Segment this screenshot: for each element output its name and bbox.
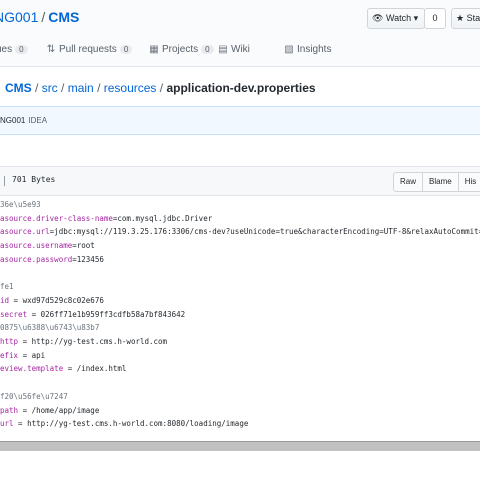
tab-issues[interactable]: ues0 — [0, 44, 28, 55]
graph-icon: ▧ — [284, 44, 294, 55]
code-value: =jdbc:mysql://119.3.25.176:3306/cms-dev?… — [49, 227, 480, 237]
code-line: efix = api — [0, 351, 45, 360]
code-line: path = /home/app/image — [0, 406, 99, 415]
commit-message[interactable]: IDEA — [28, 116, 47, 125]
code-line: 36e\u5e93 — [0, 200, 41, 209]
code-key: asource.password — [0, 254, 73, 264]
tab-wiki-label: Wiki — [231, 44, 250, 55]
repo-name-link[interactable]: CMS — [48, 9, 79, 25]
tab-pull-requests[interactable]: ⇅ Pull requests 0 — [46, 44, 133, 55]
code-key: asource.username — [0, 241, 73, 251]
code-line: asource.driver-class-name=com.mysql.jdbc… — [0, 214, 212, 223]
file-header: 701 Bytes Raw Blame His — [0, 166, 480, 196]
code-value: = /index.html — [63, 364, 127, 374]
code-line: 0875\u6388\u6743\u83b7 — [0, 323, 99, 332]
code-line: f20\u56fe\u7247 — [0, 392, 68, 401]
code-comment: 36e\u5e93 — [0, 200, 41, 209]
repo-owner-link[interactable]: NG001 — [0, 9, 38, 25]
breadcrumb-separator: / — [61, 81, 68, 95]
chevron-down-icon: ▾ — [413, 13, 419, 23]
code-comment: fe1 — [0, 282, 14, 292]
tab-projects-label: Projects — [162, 44, 199, 55]
history-button[interactable]: His — [459, 173, 480, 191]
watch-count[interactable]: 0 — [424, 8, 446, 29]
project-icon: ▦ — [149, 44, 159, 55]
eye-icon: 👁 — [372, 13, 384, 23]
code-key: efix — [0, 350, 19, 360]
breadcrumb-src[interactable]: src — [42, 81, 58, 95]
breadcrumb-resources[interactable]: resources — [104, 81, 157, 95]
breadcrumb-main[interactable]: main — [68, 81, 94, 95]
code-value: =root — [72, 241, 95, 251]
code-line: url = http://yg-test.cms.h-world.com:808… — [0, 419, 248, 428]
code-key: path — [0, 405, 19, 415]
book-icon: ▤ — [218, 44, 228, 55]
code-value: = 026ff71e1b959ff3cdfb58a7bf843642 — [27, 309, 186, 319]
code-line: id = wxd97d529c8c02e676 — [0, 296, 104, 305]
code-key: url — [0, 419, 14, 429]
star-label: Star — [466, 13, 480, 23]
tab-issues-label: ues — [0, 44, 13, 55]
code-key: asource.driver-class-name — [0, 213, 113, 223]
divider — [4, 176, 5, 186]
pull-request-icon: ⇅ — [46, 44, 56, 55]
title-separator: / — [41, 9, 46, 25]
file-size: 701 Bytes — [12, 175, 56, 184]
code-line: fe1 — [0, 282, 14, 291]
code-value: =com.mysql.jdbc.Driver — [112, 213, 213, 223]
tab-pull-requests-label: Pull requests — [59, 44, 117, 55]
code-line: asource.url=jdbc:mysql://119.3.25.176:33… — [0, 227, 480, 236]
breadcrumb-separator: / — [97, 81, 104, 95]
code-value: = http://yg-test.cms.h-world.com — [18, 337, 168, 346]
code-value: = wxd97d529c8c02e676 — [9, 295, 104, 305]
tab-projects-count: 0 — [201, 45, 214, 54]
raw-button[interactable]: Raw — [394, 173, 424, 191]
repo-title: NG001/CMS — [0, 9, 79, 25]
code-value: =123456 — [72, 254, 104, 264]
code-line: asource.username=root — [0, 241, 95, 250]
repo-header: NG001/CMS 👁 Watch ▾ 0 ★ Star ues0 ⇅Pull … — [0, 0, 480, 67]
code-key: eview.template — [0, 364, 64, 374]
blame-button[interactable]: Blame — [423, 173, 459, 191]
breadcrumb-file: application-dev.properties — [166, 81, 316, 95]
star-button[interactable]: ★ Star — [451, 8, 480, 29]
code-key: secret — [0, 309, 28, 319]
star-icon: ★ — [456, 13, 465, 23]
tab-issues-count: 0 — [15, 45, 28, 54]
code-line: secret = 026ff71e1b959ff3cdfb58a7bf84364… — [0, 310, 185, 319]
watch-button[interactable]: 👁 Watch ▾ — [367, 8, 425, 29]
code-key: asource.url — [0, 227, 50, 237]
breadcrumb-repo[interactable]: CMS — [5, 81, 32, 95]
tab-projects[interactable]: ▦ Projects 0 — [149, 44, 214, 55]
code-line: asource.password=123456 — [0, 255, 104, 264]
file-actions: Raw Blame His — [393, 172, 480, 192]
code-comment: 0875\u6388\u6743\u83b7 — [0, 323, 100, 333]
tab-pull-requests-count: 0 — [119, 45, 133, 54]
tab-insights[interactable]: ▧ Insights — [284, 44, 331, 55]
code-value: = /home/app/image — [18, 405, 100, 415]
horizontal-scrollbar[interactable] — [0, 441, 480, 451]
latest-commit-bar: NG001 IDEA — [0, 106, 480, 135]
code-line: eview.template = /index.html — [0, 364, 126, 373]
commit-author[interactable]: NG001 — [0, 116, 25, 125]
tab-insights-label: Insights — [297, 44, 332, 55]
code-value: = http://yg-test.cms.h-world.com:8080/lo… — [13, 419, 249, 429]
watch-label: Watch — [385, 13, 412, 23]
code-line: http = http://yg-test.cms.h-world.com — [0, 337, 167, 346]
code-value: = api — [18, 350, 46, 360]
breadcrumb-separator: / — [35, 81, 42, 95]
code-comment: f20\u56fe\u7247 — [0, 391, 68, 401]
tab-wiki[interactable]: ▤ Wiki — [218, 44, 250, 55]
code-key: id — [0, 295, 10, 305]
code-key: http — [0, 337, 19, 346]
breadcrumb: CMS / src / main / resources / applicati… — [5, 81, 316, 95]
